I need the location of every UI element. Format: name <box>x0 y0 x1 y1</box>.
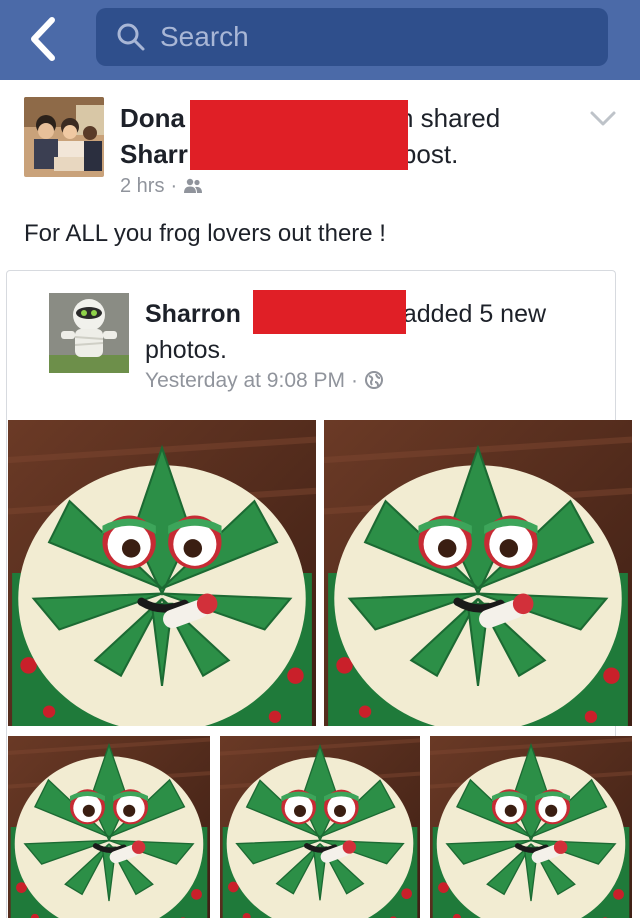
friends-icon <box>184 178 203 193</box>
redaction-box <box>190 100 408 170</box>
shared-object: post. <box>401 139 459 169</box>
cake-photo-image <box>8 736 210 918</box>
shared-from-name-start[interactable]: Sharr <box>120 139 188 169</box>
cake-photo-image <box>8 420 316 726</box>
news-feed: Dona n shared Sharr post. 2 hrs · For ALL y… <box>0 80 640 918</box>
photo-5[interactable] <box>430 736 632 918</box>
photo-3[interactable] <box>8 736 210 918</box>
post-header: Dona n shared Sharr post. 2 hrs · <box>0 80 640 210</box>
post-message: For ALL you frog lovers out there ! <box>24 220 386 247</box>
shared-action-cont: photos. <box>145 336 228 364</box>
shared-time[interactable]: Yesterday at 9:08 PM <box>145 369 345 392</box>
cake-photo-image <box>324 420 632 726</box>
search-placeholder: Search <box>160 21 249 52</box>
photo-2[interactable] <box>324 420 632 726</box>
shared-author-name[interactable]: Sharron <box>145 300 241 328</box>
cake-photo-image <box>220 736 420 918</box>
shared-action: added 5 new <box>402 300 547 328</box>
cake-photo-image <box>430 736 632 918</box>
redaction-box-2 <box>253 290 406 334</box>
photo-1[interactable] <box>8 420 316 726</box>
post-time[interactable]: 2 hrs <box>120 175 164 197</box>
top-bar: Search <box>0 0 640 80</box>
author-name-start[interactable]: Dona <box>120 103 185 133</box>
search-icon <box>117 23 145 51</box>
back-arrow-icon <box>31 17 55 61</box>
chevron-down-icon[interactable] <box>588 108 618 130</box>
author-avatar[interactable] <box>24 97 104 177</box>
search-input[interactable]: Search <box>96 8 608 66</box>
globe-icon <box>365 371 384 389</box>
photo-4[interactable] <box>220 736 420 918</box>
shared-meta: Yesterday at 9:08 PM · <box>145 369 384 393</box>
shared-author-avatar[interactable] <box>49 293 129 373</box>
back-button[interactable] <box>22 14 66 64</box>
post-meta: 2 hrs · <box>120 175 203 198</box>
shared-verb: n shared <box>399 103 501 133</box>
